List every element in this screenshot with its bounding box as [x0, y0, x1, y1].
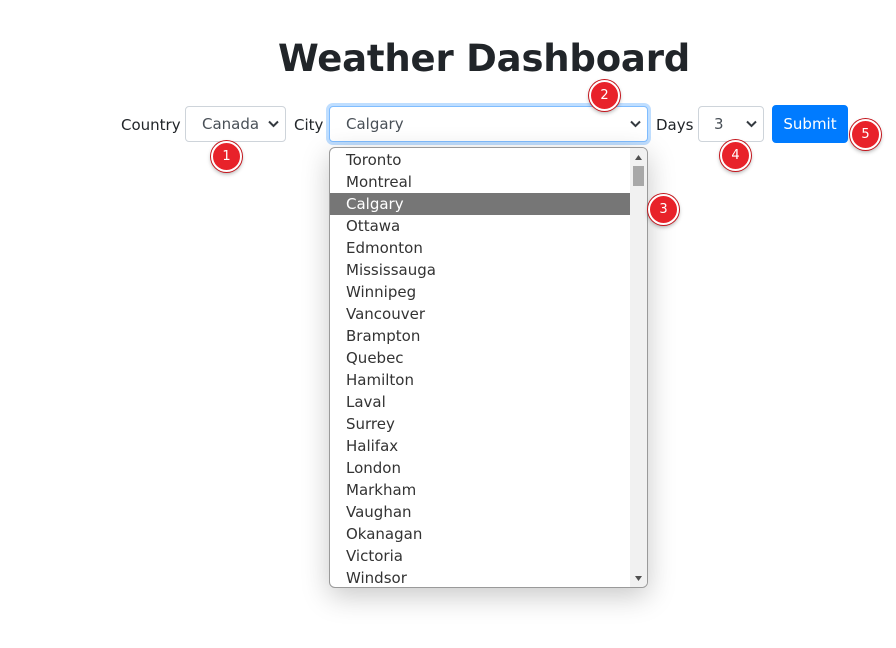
country-select[interactable]: Canada	[185, 106, 286, 142]
city-option[interactable]: Ottawa	[330, 215, 630, 237]
chevron-down-icon	[628, 107, 642, 141]
city-option[interactable]: London	[330, 457, 630, 479]
city-option[interactable]: Windsor	[330, 567, 630, 587]
city-option[interactable]: Markham	[330, 479, 630, 501]
city-option[interactable]: Montreal	[330, 171, 630, 193]
city-select[interactable]: Calgary	[329, 106, 648, 142]
city-option[interactable]: Toronto	[330, 149, 630, 171]
city-option[interactable]: Laval	[330, 391, 630, 413]
city-option[interactable]: Calgary	[330, 193, 630, 215]
country-select-value: Canada	[202, 115, 260, 133]
scrollbar-thumb[interactable]	[633, 166, 644, 186]
city-option[interactable]: Vancouver	[330, 303, 630, 325]
scroll-down-arrow-icon[interactable]	[630, 571, 647, 585]
country-label: Country	[121, 116, 181, 134]
city-option[interactable]: Surrey	[330, 413, 630, 435]
days-select[interactable]: 3	[698, 106, 764, 142]
annotation-badge-4: 4	[720, 140, 751, 171]
submit-button[interactable]: Submit	[772, 105, 848, 143]
weather-dashboard-page: Weather Dashboard Country Canada City Ca…	[0, 0, 896, 648]
city-option[interactable]: Brampton	[330, 325, 630, 347]
days-label: Days	[656, 116, 694, 134]
city-option[interactable]: Okanagan	[330, 523, 630, 545]
city-option[interactable]: Vaughan	[330, 501, 630, 523]
annotation-badge-2: 2	[589, 80, 620, 111]
city-dropdown-list[interactable]: Toronto Montreal Calgary Ottawa Edmonton Miss…	[329, 147, 648, 588]
scroll-up-arrow-icon[interactable]	[630, 150, 647, 164]
annotation-badge-5: 5	[850, 119, 881, 150]
city-option[interactable]: Winnipeg	[330, 281, 630, 303]
city-option[interactable]: Quebec	[330, 347, 630, 369]
dropdown-scrollbar[interactable]	[630, 148, 647, 587]
page-title: Weather Dashboard	[277, 37, 691, 80]
city-option[interactable]: Victoria	[330, 545, 630, 567]
city-option[interactable]: Edmonton	[330, 237, 630, 259]
city-option[interactable]: Hamilton	[330, 369, 630, 391]
chevron-down-icon	[266, 107, 280, 141]
chevron-down-icon	[744, 107, 758, 141]
city-option[interactable]: Halifax	[330, 435, 630, 457]
annotation-badge-3: 3	[648, 194, 679, 225]
city-label: City	[294, 116, 324, 134]
days-select-value: 3	[714, 115, 724, 133]
city-select-value: Calgary	[346, 115, 404, 133]
city-options: Toronto Montreal Calgary Ottawa Edmonton Miss…	[330, 149, 630, 587]
city-option[interactable]: Mississauga	[330, 259, 630, 281]
annotation-badge-1: 1	[211, 141, 242, 172]
